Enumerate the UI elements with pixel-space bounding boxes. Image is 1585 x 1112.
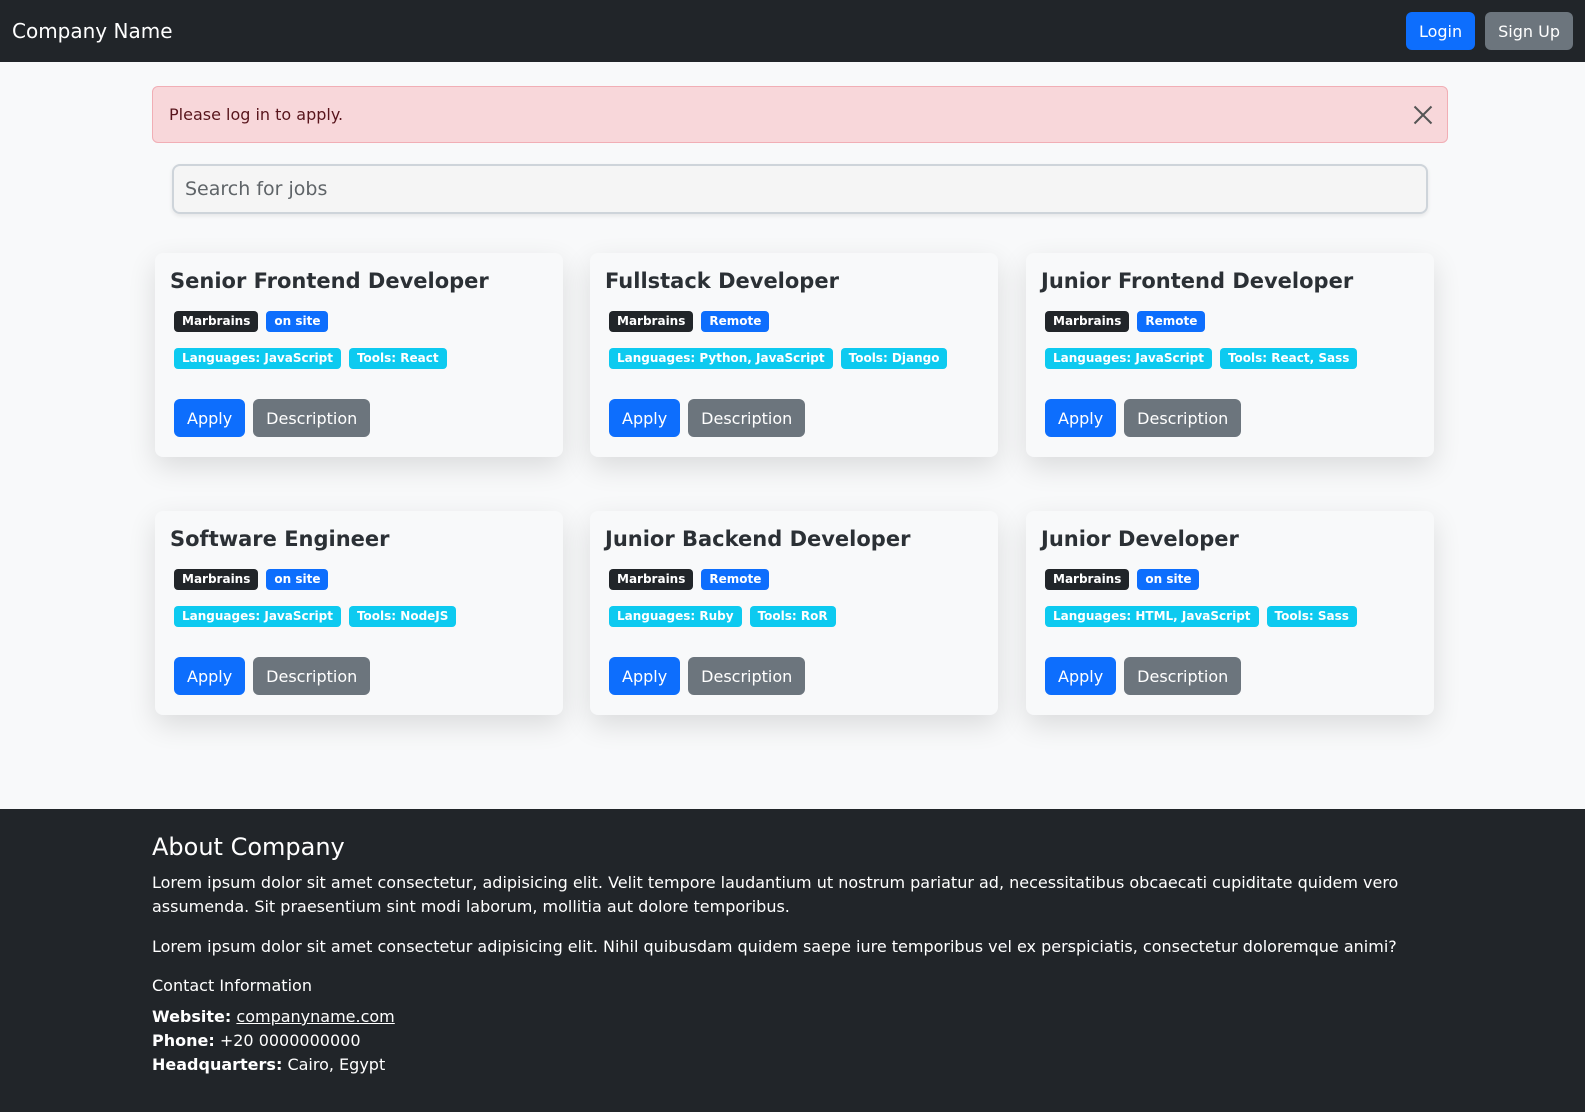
- navbar: Company Name Login Sign Up: [0, 0, 1585, 62]
- apply-button[interactable]: Apply: [174, 399, 246, 437]
- footer-paragraph-2: Lorem ipsum dolor sit amet consectetur a…: [152, 937, 1397, 956]
- location-badge: Remote: [701, 569, 770, 590]
- languages-badge: Languages: Python, JavaScript: [609, 348, 833, 369]
- job-actions: Apply Description: [1045, 657, 1242, 695]
- job-title: Senior Frontend Developer: [170, 269, 489, 293]
- description-button[interactable]: Description: [688, 399, 806, 437]
- tools-badge: Tools: Django: [840, 348, 948, 369]
- job-actions: Apply Description: [174, 657, 371, 695]
- login-alert: Please log in to apply.: [152, 86, 1448, 143]
- footer: About Company Lorem ipsum dolor sit amet…: [0, 809, 1585, 1112]
- tools-badge: Tools: NodeJS: [348, 606, 457, 627]
- main-content: Please log in to apply. Senior Frontend …: [0, 62, 1585, 809]
- apply-button[interactable]: Apply: [1045, 399, 1117, 437]
- company-badge: Marbrains: [1045, 311, 1130, 332]
- tools-badge: Tools: Sass: [1266, 606, 1357, 627]
- footer-paragraph-1: Lorem ipsum dolor sit amet consectetur, …: [152, 873, 1399, 916]
- job-meta-badges: Marbrains on site: [170, 311, 548, 332]
- job-meta-badges: Marbrains on site: [1041, 569, 1419, 590]
- job-title: Fullstack Developer: [605, 269, 839, 293]
- tools-badge: Tools: RoR: [749, 606, 836, 627]
- headquarters-label: Headquarters:: [152, 1055, 283, 1074]
- job-actions: Apply Description: [1045, 399, 1242, 437]
- tools-badge: Tools: React, Sass: [1219, 348, 1358, 369]
- job-title: Junior Frontend Developer: [1041, 269, 1354, 293]
- job-card: Junior Backend Developer Marbrains Remote L…: [590, 511, 998, 715]
- footer-heading: About Company: [152, 833, 345, 861]
- job-meta-badges: Marbrains Remote: [1041, 311, 1419, 332]
- apply-button[interactable]: Apply: [174, 657, 246, 695]
- location-badge: Remote: [701, 311, 770, 332]
- languages-badge: Languages: JavaScript: [174, 606, 341, 627]
- job-skill-badges: Languages: JavaScript Tools: NodeJS: [170, 606, 548, 627]
- job-skill-badges: Languages: HTML, JavaScript Tools: Sass: [1041, 606, 1419, 627]
- job-card: Senior Frontend Developer Marbrains on sit…: [155, 253, 563, 457]
- job-card: Junior Developer Marbrains on site Language…: [1026, 511, 1434, 715]
- job-meta-badges: Marbrains on site: [170, 569, 548, 590]
- description-button[interactable]: Description: [253, 399, 371, 437]
- job-card: Software Engineer Marbrains on site Languag…: [155, 511, 563, 715]
- close-icon[interactable]: [1413, 105, 1433, 125]
- job-actions: Apply Description: [609, 657, 806, 695]
- job-skill-badges: Languages: Ruby Tools: RoR: [605, 606, 983, 627]
- company-badge: Marbrains: [609, 569, 694, 590]
- alert-message: Please log in to apply.: [169, 105, 344, 124]
- job-title: Junior Backend Developer: [605, 527, 911, 551]
- website-label: Website:: [152, 1007, 232, 1026]
- website-link[interactable]: companyname.com: [236, 1007, 394, 1026]
- job-meta-badges: Marbrains Remote: [605, 311, 983, 332]
- nav-actions: Login Sign Up: [1405, 12, 1573, 50]
- apply-button[interactable]: Apply: [609, 399, 681, 437]
- phone-value: +20 0000000000: [219, 1031, 361, 1050]
- languages-badge: Languages: HTML, JavaScript: [1045, 606, 1259, 627]
- description-button[interactable]: Description: [1124, 399, 1242, 437]
- contact-website: Website: companyname.com: [152, 1005, 1585, 1029]
- job-skill-badges: Languages: JavaScript Tools: React: [170, 348, 548, 369]
- signup-button[interactable]: Sign Up: [1485, 12, 1573, 50]
- languages-badge: Languages: Ruby: [609, 606, 742, 627]
- job-title: Software Engineer: [170, 527, 390, 551]
- job-title: Junior Developer: [1041, 527, 1239, 551]
- apply-button[interactable]: Apply: [1045, 657, 1117, 695]
- job-actions: Apply Description: [609, 399, 806, 437]
- tools-badge: Tools: React: [348, 348, 447, 369]
- headquarters-value: Cairo, Egypt: [287, 1055, 386, 1074]
- phone-label: Phone:: [152, 1031, 215, 1050]
- brand-name[interactable]: Company Name: [12, 19, 173, 43]
- job-meta-badges: Marbrains Remote: [605, 569, 983, 590]
- job-card: Junior Frontend Developer Marbrains Remote…: [1026, 253, 1434, 457]
- description-button[interactable]: Description: [1124, 657, 1242, 695]
- location-badge: Remote: [1137, 311, 1206, 332]
- company-badge: Marbrains: [609, 311, 694, 332]
- location-badge: on site: [1137, 569, 1200, 590]
- job-skill-badges: Languages: Python, JavaScript Tools: Djan…: [605, 348, 983, 369]
- contact-phone: Phone: +20 0000000000: [152, 1029, 1585, 1053]
- location-badge: on site: [266, 311, 329, 332]
- description-button[interactable]: Description: [253, 657, 371, 695]
- contact-heading: Contact Information: [152, 976, 312, 995]
- login-button[interactable]: Login: [1405, 12, 1476, 50]
- company-badge: Marbrains: [174, 569, 259, 590]
- company-badge: Marbrains: [1045, 569, 1130, 590]
- job-card: Fullstack Developer Marbrains Remote Langua…: [590, 253, 998, 457]
- company-badge: Marbrains: [174, 311, 259, 332]
- search-input[interactable]: [172, 164, 1428, 214]
- contact-headquarters: Headquarters: Cairo, Egypt: [152, 1053, 1585, 1077]
- apply-button[interactable]: Apply: [609, 657, 681, 695]
- job-actions: Apply Description: [174, 399, 371, 437]
- location-badge: on site: [266, 569, 329, 590]
- languages-badge: Languages: JavaScript: [1045, 348, 1212, 369]
- languages-badge: Languages: JavaScript: [174, 348, 341, 369]
- description-button[interactable]: Description: [688, 657, 806, 695]
- job-skill-badges: Languages: JavaScript Tools: React, Sass: [1041, 348, 1419, 369]
